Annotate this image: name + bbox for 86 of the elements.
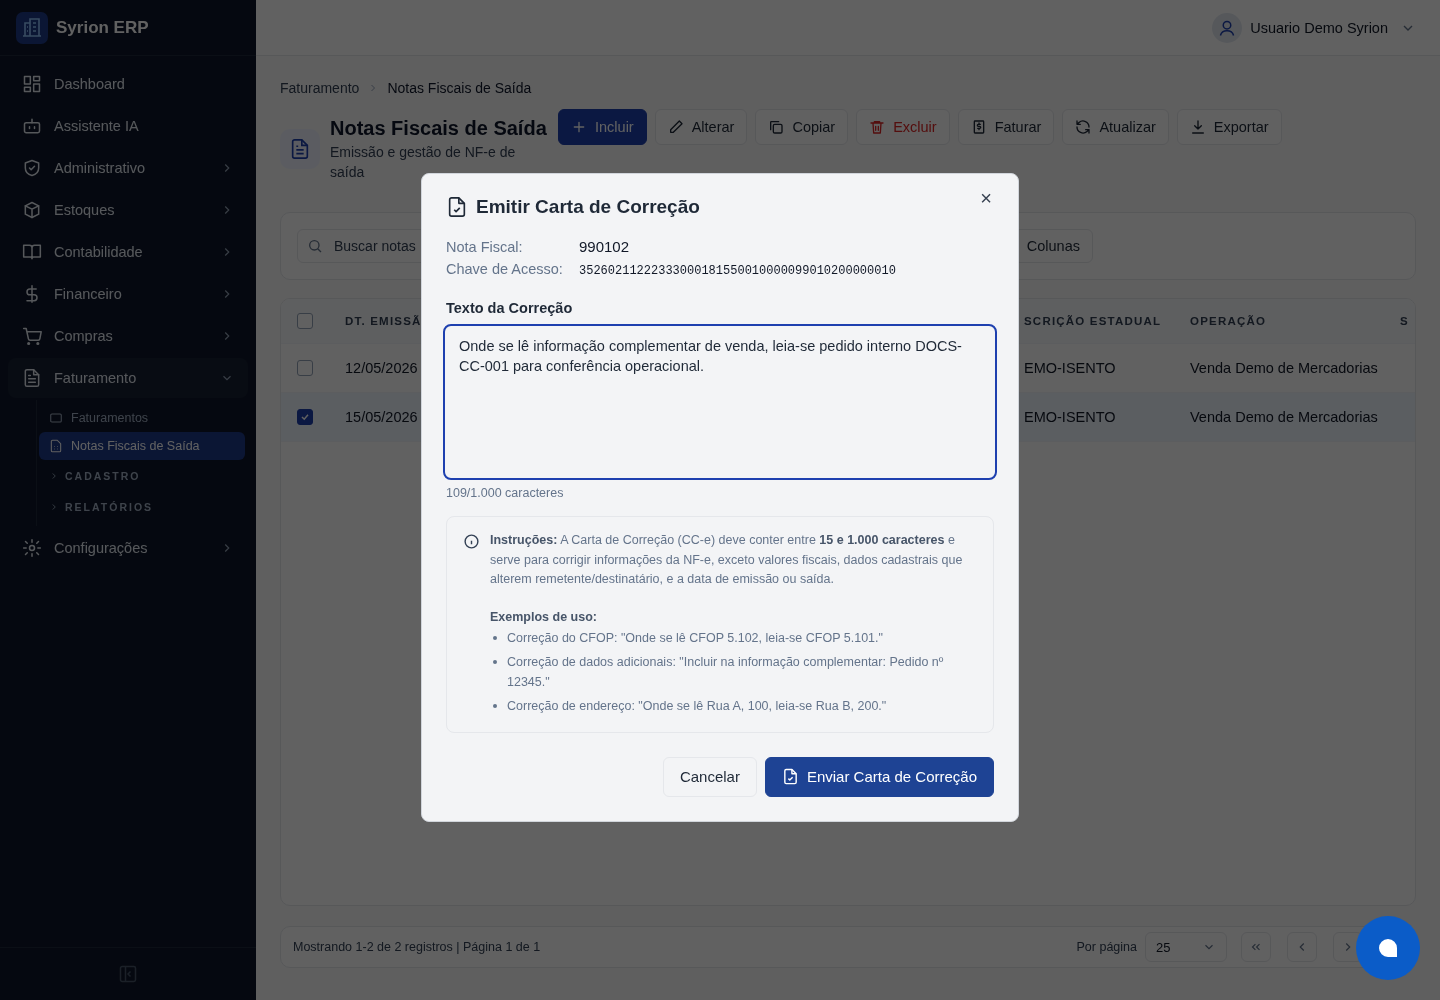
- checkbox[interactable]: [297, 313, 313, 329]
- checkbox[interactable]: [297, 360, 313, 376]
- table-cell: EMO-ISENTO: [1024, 409, 1116, 425]
- bot-icon: [22, 116, 42, 136]
- sidebar-item[interactable]: Estoques: [8, 190, 248, 230]
- cart-icon: [22, 326, 42, 346]
- info-icon: [463, 533, 480, 550]
- dialog-button[interactable]: Enviar Carta de Correção: [764, 756, 994, 797]
- page-subtitle: Emissão e gestão de NF-e de saída: [330, 143, 517, 182]
- close-button[interactable]: ×: [978, 186, 994, 210]
- user-menu[interactable]: Usuario Demo Syrion: [1212, 12, 1416, 43]
- bullet-icon: [493, 703, 497, 708]
- per-page-select[interactable]: 25: [1145, 932, 1227, 962]
- box-icon: [22, 200, 42, 220]
- app-name: Syrion ERP: [56, 17, 149, 38]
- document-check-icon: [446, 196, 468, 218]
- gear-icon: [22, 538, 42, 558]
- instructions-text: Instruções: A Carta de Correção (CC-e) deve conter entre 15 e 1.000 caracteres e serve para corrigir informações da NF-e, exceto valores fiscais, dados cadastrais que alterem remetente/destinatário, e a data de emissão ou saída.: [490, 532, 964, 588]
- column-header[interactable]: DT. EMISSÃ: [345, 315, 422, 327]
- column-header[interactable]: S: [1400, 315, 1409, 327]
- toolbar-button[interactable]: Atualizar: [1062, 109, 1169, 145]
- document-icon: [280, 129, 320, 169]
- sidebar-item[interactable]: Administrativo: [8, 148, 248, 188]
- dialog-title: Emitir Carta de Correção: [476, 196, 700, 218]
- checkbox[interactable]: [297, 409, 313, 425]
- dialog-button[interactable]: Cancelar: [662, 756, 757, 797]
- example-text: Correção de endereço: "Onde se lê Rua A, 100, leia-se Rua B, 200.": [507, 697, 887, 715]
- per-page-label: Por página: [1076, 940, 1137, 954]
- file-icon: [22, 368, 42, 388]
- sidebar-item[interactable]: Configurações: [8, 528, 248, 568]
- table-cell: Venda Demo de Mercadorias: [1190, 360, 1378, 376]
- sidebar-subitem[interactable]: Notas Fiscais de Saída: [39, 432, 245, 460]
- toolbar-icon: [768, 119, 785, 135]
- toolbar-button[interactable]: Exportar: [1176, 109, 1282, 145]
- toolbar-button[interactable]: Excluir: [856, 109, 950, 145]
- table-cell: Venda Demo de Mercadorias: [1190, 409, 1378, 425]
- user-icon: [1212, 12, 1243, 43]
- document-icon: [49, 411, 63, 425]
- toolbar-icon: [571, 119, 587, 135]
- field-value: 990102: [579, 238, 631, 255]
- breadcrumb-item[interactable]: Faturamento: [280, 80, 360, 96]
- toolbar-button[interactable]: Faturar: [957, 109, 1055, 145]
- pagination-summary: Mostrando 1-2 de 2 registros | Página 1 de 1: [293, 940, 541, 954]
- document-check-icon: [781, 768, 799, 785]
- textarea-label: Texto da Correção: [446, 300, 574, 316]
- search-icon: [307, 238, 323, 254]
- first-page-button[interactable]: [1241, 932, 1271, 962]
- column-header[interactable]: SCRIÇÃO ESTADUAL: [1024, 315, 1162, 327]
- sidebar-item[interactable]: Financeiro: [8, 274, 248, 314]
- sidebar-item[interactable]: Assistente IA: [8, 106, 248, 146]
- examples-title: Exemplos de uso:: [490, 609, 598, 624]
- toolbar-button[interactable]: Incluir: [558, 109, 647, 145]
- sidebar-item[interactable]: Contabilidade: [8, 232, 248, 272]
- field-label: Chave de Acesso:: [446, 261, 564, 277]
- sidebar-toggle-icon[interactable]: [118, 964, 138, 984]
- character-counter: 109/1.000 caracteres: [446, 486, 565, 500]
- toolbar-icon: [1075, 119, 1092, 135]
- column-header[interactable]: OPERAÇÃO: [1190, 315, 1267, 327]
- toolbar-icon: [667, 119, 684, 135]
- breadcrumb-item: Notas Fiscais de Saída: [387, 80, 532, 96]
- bullet-icon: [493, 659, 497, 664]
- page-title: Notas Fiscais de Saída: [330, 117, 548, 140]
- correction-text-field[interactable]: Onde se lê informação complementar de venda, leia-se pedido interno DOCS-CC-001 para conferência operacional.: [443, 324, 997, 480]
- sidebar-item[interactable]: Compras: [8, 316, 248, 356]
- toolbar-icon: [869, 119, 886, 135]
- check-icon: [299, 411, 311, 423]
- example-text: Correção de dados adicionais: "Incluir na informação complementar: Pedido nº 12345.": [507, 653, 945, 691]
- toolbar-icon: [1189, 119, 1206, 135]
- table-cell: EMO-ISENTO: [1024, 360, 1116, 376]
- example-text: Correção do CFOP: "Onde se lê CFOP 5.102, leia-se CFOP 5.101.": [507, 629, 883, 647]
- document-icon: [49, 439, 63, 453]
- previous-page-button[interactable]: [1287, 932, 1317, 962]
- bullet-icon: [493, 635, 497, 640]
- field-label: Nota Fiscal:: [446, 239, 524, 255]
- table-cell: 12/05/2026: [345, 360, 418, 376]
- table-cell: 15/05/2026: [345, 409, 418, 425]
- toolbar-button[interactable]: Copiar: [755, 109, 849, 145]
- shield-icon: [22, 158, 42, 178]
- toolbar-button[interactable]: Alterar: [654, 109, 748, 145]
- chat-bubble-icon: [1376, 936, 1400, 960]
- sidebar-item[interactable]: Faturamento: [8, 358, 248, 398]
- grid-icon: [22, 74, 42, 94]
- sidebar-item[interactable]: Dashboard: [8, 64, 248, 104]
- field-value: 35260211222333000181550010000099010200000010: [579, 264, 897, 278]
- building-logo-icon: [16, 11, 48, 44]
- book-icon: [22, 242, 42, 262]
